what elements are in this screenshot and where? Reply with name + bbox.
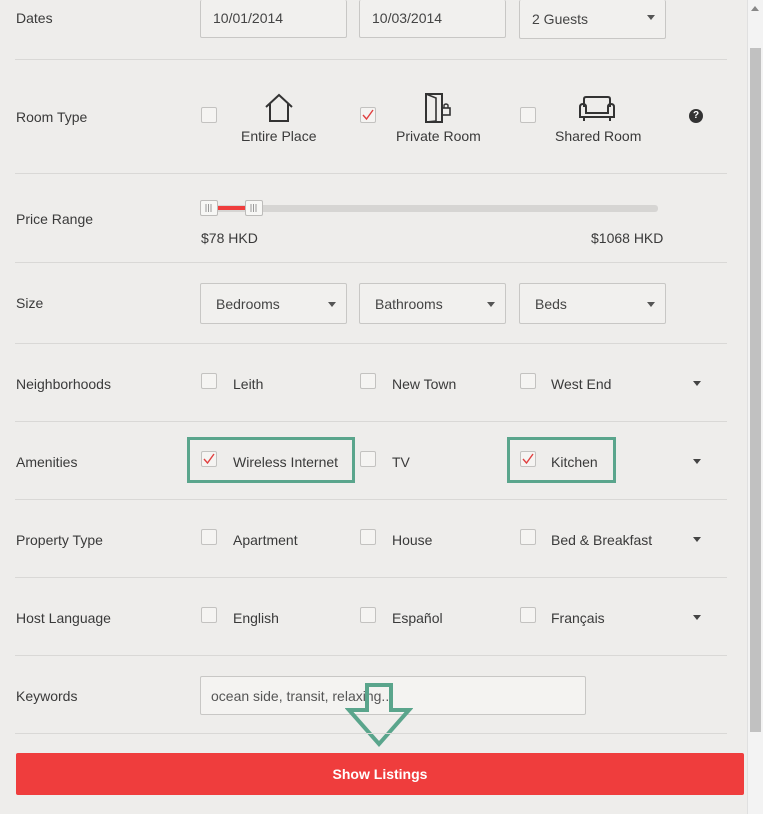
bathrooms-select[interactable]: Bathrooms	[359, 283, 506, 324]
property-type-more-icon[interactable]	[693, 537, 701, 542]
chevron-down-icon	[328, 301, 336, 307]
espanol-label: Español	[392, 610, 443, 626]
francais-label: Français	[551, 610, 605, 626]
neighborhoods-more-icon[interactable]	[693, 381, 701, 386]
checkin-input[interactable]: 10/01/2014	[200, 0, 347, 38]
bed-breakfast-checkbox[interactable]	[520, 529, 536, 545]
price-min-handle[interactable]	[200, 200, 218, 216]
size-label: Size	[16, 295, 44, 311]
divider	[15, 655, 727, 656]
chevron-down-icon	[647, 301, 655, 307]
scroll-up-icon[interactable]	[751, 6, 759, 11]
scrollbar-thumb[interactable]	[750, 48, 761, 732]
house-label: House	[392, 532, 433, 548]
door-icon	[425, 93, 451, 123]
dates-label: Dates	[16, 10, 53, 26]
kitchen-highlight	[507, 437, 616, 483]
show-listings-button[interactable]: Show Listings	[16, 753, 744, 795]
west-end-label: West End	[551, 376, 612, 392]
checkout-input[interactable]: 10/03/2014	[359, 0, 506, 38]
checkout-value: 10/03/2014	[372, 10, 443, 26]
divider	[15, 59, 727, 60]
amenities-label: Amenities	[16, 454, 78, 470]
divider	[15, 343, 727, 344]
price-max-label: $1068 HKD	[591, 230, 664, 246]
espanol-checkbox[interactable]	[360, 607, 376, 623]
bedrooms-value: Bedrooms	[216, 295, 280, 312]
west-end-checkbox[interactable]	[520, 373, 536, 389]
entire-place-checkbox[interactable]	[201, 107, 217, 123]
divider	[15, 733, 727, 734]
divider	[15, 421, 727, 422]
english-label: English	[233, 610, 279, 626]
bathrooms-value: Bathrooms	[375, 295, 443, 312]
checkin-value: 10/01/2014	[213, 10, 284, 26]
divider	[15, 173, 727, 174]
neighborhoods-label: Neighborhoods	[16, 376, 111, 392]
private-room-checkbox[interactable]	[360, 107, 376, 123]
apartment-checkbox[interactable]	[201, 529, 217, 545]
bed-breakfast-label: Bed & Breakfast	[551, 532, 653, 548]
scrollbar[interactable]	[747, 0, 763, 814]
property-type-label: Property Type	[16, 532, 103, 548]
guests-value: 2 Guests	[532, 11, 589, 27]
divider	[15, 499, 727, 500]
shared-room-label: Shared Room	[555, 128, 642, 144]
new-town-checkbox[interactable]	[360, 373, 376, 389]
entire-place-label: Entire Place	[241, 128, 317, 144]
help-icon[interactable]: ?	[689, 109, 703, 123]
chevron-down-icon	[647, 15, 655, 20]
francais-checkbox[interactable]	[520, 607, 536, 623]
guests-select[interactable]: 2 Guests	[519, 0, 666, 39]
sofa-icon	[579, 96, 615, 121]
bedrooms-select[interactable]: Bedrooms	[200, 283, 347, 324]
house-checkbox[interactable]	[360, 529, 376, 545]
private-room-label: Private Room	[396, 128, 481, 144]
price-range-label: Price Range	[16, 211, 94, 227]
tv-label: TV	[392, 454, 410, 470]
english-checkbox[interactable]	[201, 607, 217, 623]
tv-checkbox[interactable]	[360, 451, 376, 467]
leith-label: Leith	[233, 376, 264, 392]
leith-checkbox[interactable]	[201, 373, 217, 389]
chevron-down-icon	[487, 301, 495, 307]
price-slider-track[interactable]	[202, 205, 658, 212]
apartment-label: Apartment	[233, 532, 298, 548]
house-icon	[265, 93, 293, 122]
room-type-label: Room Type	[16, 109, 88, 125]
divider	[15, 577, 727, 578]
divider	[15, 262, 727, 263]
host-language-label: Host Language	[16, 610, 111, 626]
price-min-label: $78 HKD	[201, 230, 258, 246]
new-town-label: New Town	[392, 376, 457, 392]
amenities-more-icon[interactable]	[693, 459, 701, 464]
arrow-down-icon	[345, 683, 413, 748]
wireless-internet-highlight	[187, 437, 355, 483]
shared-room-checkbox[interactable]	[520, 107, 536, 123]
beds-value: Beds	[535, 295, 567, 312]
keywords-label: Keywords	[16, 688, 78, 704]
beds-select[interactable]: Beds	[519, 283, 666, 324]
price-max-handle[interactable]	[245, 200, 263, 216]
host-language-more-icon[interactable]	[693, 615, 701, 620]
